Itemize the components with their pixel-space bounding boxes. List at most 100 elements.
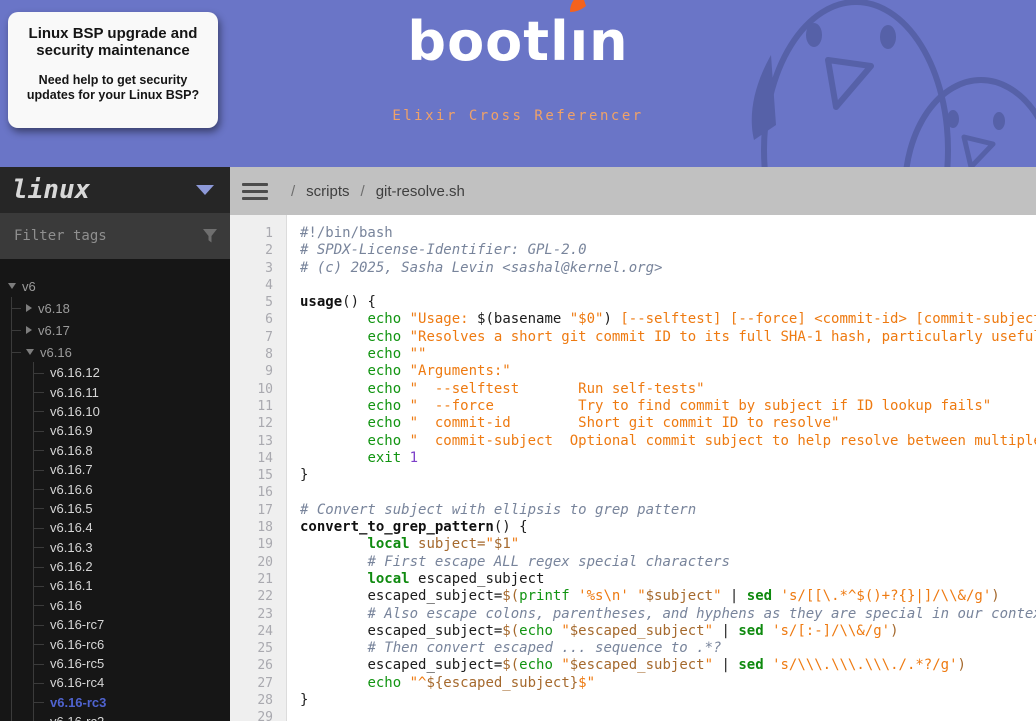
line-number[interactable]: 3 bbox=[230, 259, 287, 277]
code-text: } bbox=[300, 467, 309, 484]
version-label: v6.16-rc6 bbox=[50, 636, 105, 652]
version-item-v6.16-rc7[interactable]: v6.16-rc7 bbox=[0, 615, 230, 634]
line-number[interactable]: 17 bbox=[230, 501, 287, 520]
line-number[interactable]: 7 bbox=[230, 328, 287, 347]
code-text: # SPDX-License-Identifier: GPL-2.0 bbox=[300, 242, 587, 259]
code-text: # (c) 2025, Sasha Levin <sashal@kernel.o… bbox=[300, 259, 663, 276]
version-item-v6.16-rc3[interactable]: v6.16-rc3 bbox=[0, 693, 230, 712]
code-line: 8 echo "" bbox=[230, 346, 1036, 364]
line-number[interactable]: 13 bbox=[230, 432, 287, 450]
line-number[interactable]: 23 bbox=[230, 605, 287, 623]
code-text: local escaped_subject bbox=[367, 570, 545, 587]
version-label: v6.16-rc7 bbox=[50, 617, 105, 633]
project-name: linux bbox=[12, 175, 91, 205]
line-number[interactable]: 20 bbox=[230, 553, 287, 571]
line-number[interactable]: 27 bbox=[230, 674, 287, 693]
version-item-v6.16-rc2[interactable]: v6.16-rc2 bbox=[0, 712, 230, 721]
version-item-v6.16.4[interactable]: v6.16.4 bbox=[0, 518, 230, 537]
version-item-v6.16.2[interactable]: v6.16.2 bbox=[0, 557, 230, 576]
code-text: escaped_subject=$(echo "$escaped_subject… bbox=[367, 622, 899, 639]
version-label: v6.16-rc4 bbox=[50, 675, 105, 691]
code-line: 9 echo "Arguments:" bbox=[230, 363, 1036, 381]
code-line: 26 escaped_subject=$(echo "$escaped_subj… bbox=[230, 657, 1036, 675]
menu-icon[interactable] bbox=[230, 167, 280, 215]
line-number[interactable]: 15 bbox=[230, 467, 287, 485]
version-item-v6.16.11[interactable]: v6.16.11 bbox=[0, 382, 230, 401]
version-item-v6[interactable]: v6 bbox=[0, 275, 230, 297]
version-item-v6.16[interactable]: v6.16 bbox=[0, 341, 230, 363]
code-line: 23 # Also escape colons, parentheses, an… bbox=[230, 605, 1036, 623]
line-number[interactable]: 5 bbox=[230, 294, 287, 312]
line-number[interactable]: 1 bbox=[230, 225, 287, 243]
site-tagline: Elixir Cross Referencer bbox=[392, 108, 644, 124]
version-item-v6.16.7[interactable]: v6.16.7 bbox=[0, 460, 230, 479]
code-text: echo " --selftest Run self-tests" bbox=[367, 380, 705, 397]
filter-tags-input[interactable] bbox=[12, 227, 196, 245]
line-number[interactable]: 9 bbox=[230, 363, 287, 381]
version-label: v6.16.5 bbox=[50, 500, 93, 516]
version-item-v6.16-rc5[interactable]: v6.16-rc5 bbox=[0, 654, 230, 673]
code-line: 15} bbox=[230, 467, 1036, 485]
version-label: v6.16-rc2 bbox=[50, 714, 104, 721]
version-item-v6.18[interactable]: v6.18 bbox=[0, 297, 230, 319]
version-item-v6.16.3[interactable]: v6.16.3 bbox=[0, 538, 230, 557]
project-selector[interactable]: linux bbox=[0, 167, 230, 213]
version-label: v6.16.7 bbox=[50, 462, 93, 478]
line-number[interactable]: 8 bbox=[230, 346, 287, 364]
version-label: v6.16.4 bbox=[50, 520, 93, 536]
version-label: v6.16.6 bbox=[50, 481, 93, 497]
code-text: echo " commit-id Short git commit ID to … bbox=[367, 415, 840, 432]
line-number[interactable]: 10 bbox=[230, 380, 287, 398]
line-number[interactable]: 24 bbox=[230, 622, 287, 641]
chevron-down-icon bbox=[196, 185, 214, 195]
expand-icon[interactable] bbox=[26, 304, 32, 312]
code-text: } bbox=[300, 692, 309, 709]
line-number[interactable]: 22 bbox=[230, 588, 287, 606]
code-line: 20 # First escape ALL regex special char… bbox=[230, 553, 1036, 571]
line-number[interactable]: 18 bbox=[230, 519, 287, 537]
version-item-v6.16-rc6[interactable]: v6.16-rc6 bbox=[0, 634, 230, 653]
version-item-v6.16.5[interactable]: v6.16.5 bbox=[0, 499, 230, 518]
version-item-v6.16.6[interactable]: v6.16.6 bbox=[0, 479, 230, 498]
line-number[interactable]: 14 bbox=[230, 449, 287, 468]
line-number[interactable]: 2 bbox=[230, 242, 287, 260]
version-label: v6.18 bbox=[38, 300, 70, 316]
version-item-v6.17[interactable]: v6.17 bbox=[0, 319, 230, 341]
version-item-v6.16.1[interactable]: v6.16.1 bbox=[0, 576, 230, 595]
version-label: v6.16.3 bbox=[50, 539, 93, 555]
expand-icon[interactable] bbox=[26, 326, 32, 334]
line-number[interactable]: 25 bbox=[230, 640, 287, 658]
breadcrumb-item[interactable]: scripts bbox=[306, 183, 349, 200]
version-label: v6.16.2 bbox=[50, 559, 93, 575]
version-item-v6.16.9[interactable]: v6.16.9 bbox=[0, 421, 230, 440]
line-number[interactable]: 4 bbox=[230, 276, 287, 295]
code-spacer bbox=[230, 215, 1036, 225]
line-number[interactable]: 28 bbox=[230, 692, 287, 710]
line-number[interactable]: 19 bbox=[230, 536, 287, 554]
line-number[interactable]: 26 bbox=[230, 657, 287, 675]
code-text: #!/bin/bash bbox=[300, 225, 393, 241]
line-number[interactable]: 29 bbox=[230, 709, 287, 721]
code-line: 6 echo "Usage: $(basename "$0") [--selft… bbox=[230, 311, 1036, 329]
version-label: v6.16.11 bbox=[50, 384, 99, 400]
version-item-v6.16.8[interactable]: v6.16.8 bbox=[0, 441, 230, 460]
line-number[interactable]: 6 bbox=[230, 311, 287, 329]
line-number[interactable]: 16 bbox=[230, 484, 287, 502]
filter-tags-row bbox=[0, 213, 230, 259]
breadcrumb-item[interactable]: git-resolve.sh bbox=[376, 183, 465, 200]
line-number[interactable]: 21 bbox=[230, 570, 287, 589]
code-text: convert_to_grep_pattern() { bbox=[300, 519, 528, 536]
code-line: 25 # Then convert escaped ... sequence t… bbox=[230, 640, 1036, 658]
version-item-v6.16-rc4[interactable]: v6.16-rc4 bbox=[0, 673, 230, 692]
collapse-icon[interactable] bbox=[8, 283, 16, 289]
line-number[interactable]: 11 bbox=[230, 397, 287, 416]
version-label: v6.16.10 bbox=[50, 403, 100, 419]
version-item-v6.16[interactable]: v6.16 bbox=[0, 596, 230, 615]
collapse-icon[interactable] bbox=[26, 349, 34, 355]
version-item-v6.16.10[interactable]: v6.16.10 bbox=[0, 402, 230, 421]
version-item-v6.16.12[interactable]: v6.16.12 bbox=[0, 363, 230, 382]
bootlin-logo[interactable]: bootlı n bbox=[407, 0, 628, 73]
line-number[interactable]: 12 bbox=[230, 415, 287, 433]
